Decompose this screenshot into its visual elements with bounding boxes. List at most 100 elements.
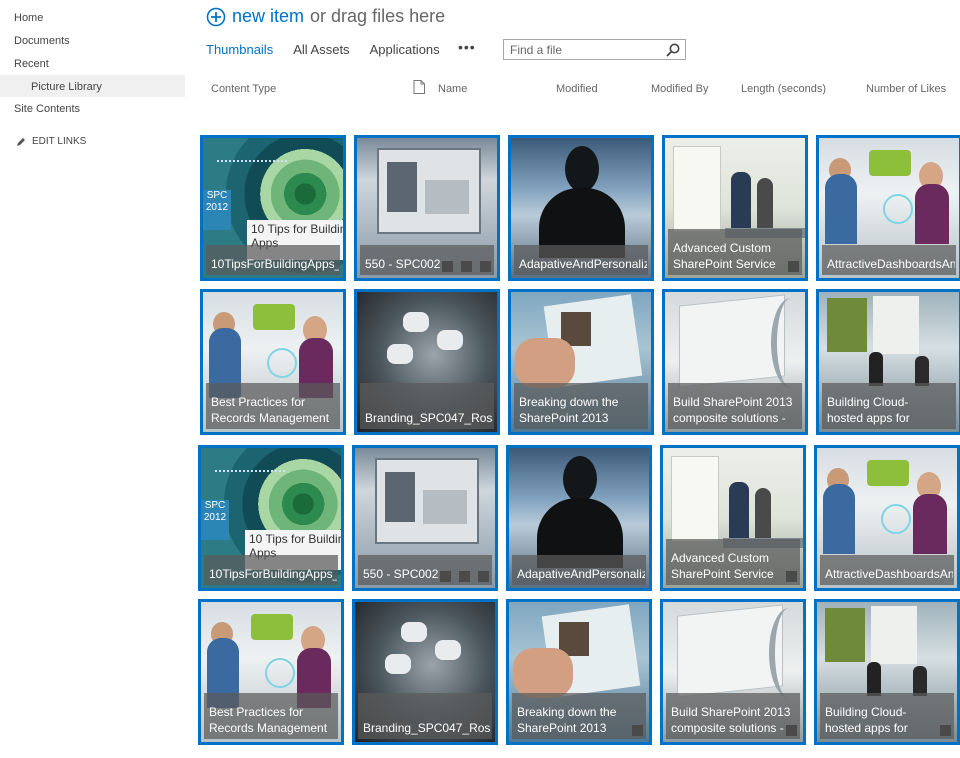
decorative-line (215, 470, 285, 472)
column-modified-by[interactable]: Modified By (651, 83, 708, 95)
ring (769, 608, 803, 698)
edit-links-label: EDIT LINKS (32, 136, 87, 147)
spc-badge: SPC 2012 (201, 500, 229, 540)
tile-label: Build SharePoint 2013 composite solution… (671, 705, 791, 735)
tile-label: Branding_SPC047_Ross (363, 721, 491, 735)
tile-label: AdapativeAndPersonaliz (517, 567, 645, 581)
tile-label: Building Cloud- hosted apps for (827, 395, 910, 425)
hologram (267, 348, 297, 378)
board (671, 456, 719, 542)
tile-label: AttractiveDashboardsAn (825, 567, 953, 581)
screen (679, 294, 785, 388)
thumbnail-tile[interactable]: 550 - SPC002 (354, 135, 500, 281)
tile-label: 10TipsForBuildingApps_ (209, 567, 337, 581)
thumbnail-tile[interactable]: AttractiveDashboardsAn (814, 445, 960, 591)
thumbnail-tile[interactable]: Breaking down the SharePoint 2013 (508, 289, 654, 435)
device (385, 654, 411, 674)
tab-thumbnails[interactable]: Thumbnails (206, 42, 273, 57)
column-content-type[interactable]: Content Type (211, 83, 276, 95)
thumbnail-tile[interactable]: Breaking down the SharePoint 2013 (506, 599, 652, 745)
device (435, 640, 461, 660)
thumbnail-tile[interactable]: Branding_SPC047_Ross (354, 289, 500, 435)
thumbnail-tile[interactable]: SPC 2012 10 Tips for Buildin Apps 10Tips… (200, 135, 346, 281)
thumbnail-tile[interactable]: Advanced Custom SharePoint Service (662, 135, 808, 281)
thumbnail-tile[interactable]: Best Practices for Records Management (200, 289, 346, 435)
view-tabs: Thumbnails All Assets Applications (206, 42, 440, 57)
person (869, 352, 883, 386)
thumbnail-tile[interactable]: Build SharePoint 2013 composite solution… (662, 289, 808, 435)
thumbnail-tile[interactable]: Branding_SPC047_Ross (352, 599, 498, 745)
device (437, 330, 463, 350)
thumbnail-tile[interactable]: Best Practices for Records Management (198, 599, 344, 745)
tile-label: AdapativeAndPersonaliz (519, 257, 647, 271)
person (867, 662, 881, 696)
screen-panel (375, 458, 479, 544)
search-input[interactable] (504, 40, 671, 59)
speech-bubble (251, 614, 293, 640)
nav-site-contents[interactable]: Site Contents (14, 103, 80, 115)
person (913, 666, 927, 696)
decorative-line (217, 160, 287, 162)
hologram (881, 504, 911, 534)
nav-documents[interactable]: Documents (14, 35, 70, 47)
figure-head (565, 146, 599, 192)
person (755, 488, 771, 542)
tile-label: Best Practices for Records Management (211, 395, 330, 425)
thumbnail-tile[interactable]: 550 - SPC002 (352, 445, 498, 591)
plus-circle-icon[interactable] (206, 7, 226, 27)
hologram (265, 658, 295, 688)
device (387, 344, 413, 364)
figure-head (563, 456, 597, 502)
nav-picture-library[interactable]: Picture Library (31, 81, 102, 93)
tile-label: Advanced Custom SharePoint Service (673, 241, 776, 271)
search-box (503, 39, 686, 60)
tile-label: 550 - SPC002 (365, 257, 441, 271)
tab-applications[interactable]: Applications (370, 42, 440, 57)
column-modified[interactable]: Modified (556, 83, 598, 95)
thumbnail-tile[interactable]: AdapativeAndPersonaliz (508, 135, 654, 281)
device (401, 622, 427, 642)
hand (515, 338, 575, 388)
speech-bubble (253, 304, 295, 330)
column-number-of-likes[interactable]: Number of Likes (866, 83, 946, 95)
thumbnail-tile[interactable]: Advanced Custom SharePoint Service (660, 445, 806, 591)
tab-all-assets[interactable]: All Assets (293, 42, 349, 57)
thumbnail-tile[interactable]: AdapativeAndPersonaliz (506, 445, 652, 591)
edit-links-button[interactable]: EDIT LINKS (16, 136, 86, 147)
speech-bubble (867, 460, 909, 486)
nav-home[interactable]: Home (14, 12, 43, 24)
screen (825, 608, 865, 662)
thumbnail-tile[interactable]: Building Cloud- hosted apps for (816, 289, 960, 435)
device (403, 312, 429, 332)
tile-label: Advanced Custom SharePoint Service (671, 551, 774, 581)
column-length[interactable]: Length (seconds) (741, 83, 826, 95)
pencil-icon (17, 137, 25, 146)
screen (827, 298, 867, 352)
new-item-bar: new item or drag files here (206, 6, 445, 27)
screen-panel (377, 148, 481, 234)
tile-label: Build SharePoint 2013 composite solution… (673, 395, 793, 425)
ring (771, 298, 805, 388)
thumbnail-tile[interactable]: Building Cloud- hosted apps for (814, 599, 960, 745)
new-item-link[interactable]: new item (232, 6, 304, 27)
thumbnail-tile[interactable]: Build SharePoint 2013 composite solution… (660, 599, 806, 745)
magnifier-icon[interactable] (665, 42, 681, 58)
spc-badge: SPC 2012 (203, 190, 231, 230)
document-icon (413, 80, 425, 94)
screen (873, 296, 919, 354)
screen (871, 606, 917, 664)
tile-label: Branding_SPC047_Ross (365, 411, 493, 425)
column-name[interactable]: Name (438, 83, 467, 95)
person (825, 174, 857, 244)
tile-label: 10TipsForBuildingApps_ (211, 257, 339, 271)
nav-recent[interactable]: Recent (14, 58, 49, 70)
person (757, 178, 773, 232)
hand (513, 648, 573, 698)
person (915, 356, 929, 386)
thumbnail-tile[interactable]: SPC 2012 10 Tips for Buildin Apps 10Tips… (198, 445, 344, 591)
tile-label: AttractiveDashboardsAn (827, 257, 955, 271)
more-views-button[interactable]: ••• (458, 39, 476, 55)
tile-label: Best Practices for Records Management (209, 705, 328, 735)
thumbnail-tile[interactable]: AttractiveDashboardsAn (816, 135, 960, 281)
tile-label: Breaking down the SharePoint 2013 (519, 395, 619, 425)
